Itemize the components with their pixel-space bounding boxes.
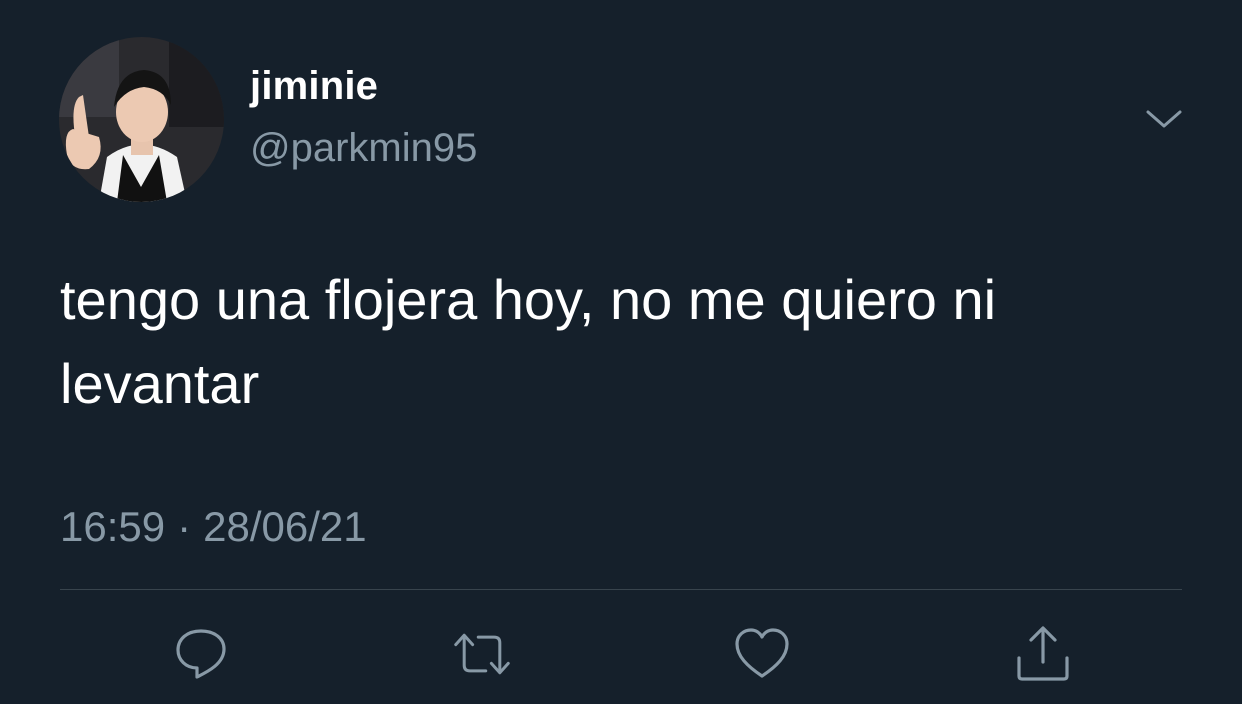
share-upload-icon [1017, 626, 1069, 681]
retweet-arrows-icon [454, 633, 510, 675]
user-handle[interactable]: @parkmin95 [250, 126, 477, 171]
comment-bubble-icon [176, 629, 226, 679]
divider [60, 589, 1182, 590]
retweet-button[interactable] [452, 624, 512, 684]
display-name[interactable]: jiminie [250, 64, 378, 109]
tweet-timestamp[interactable]: 16:59 · 28/06/21 [60, 503, 367, 551]
avatar[interactable] [59, 37, 224, 202]
avatar-photo [59, 37, 224, 202]
heart-icon [735, 628, 789, 678]
tweet-card: jiminie @parkmin95 tengo una flojera hoy… [0, 0, 1242, 704]
like-button[interactable] [732, 624, 792, 684]
timestamp-separator: · [177, 503, 192, 550]
reply-button[interactable] [171, 624, 231, 684]
tweet-date: 28/06/21 [203, 503, 367, 550]
tweet-text: tengo una flojera hoy, no me quiero ni l… [60, 268, 997, 415]
tweet-time: 16:59 [60, 503, 166, 550]
chevron-down-icon[interactable] [1144, 104, 1184, 134]
share-button[interactable] [1013, 624, 1073, 684]
